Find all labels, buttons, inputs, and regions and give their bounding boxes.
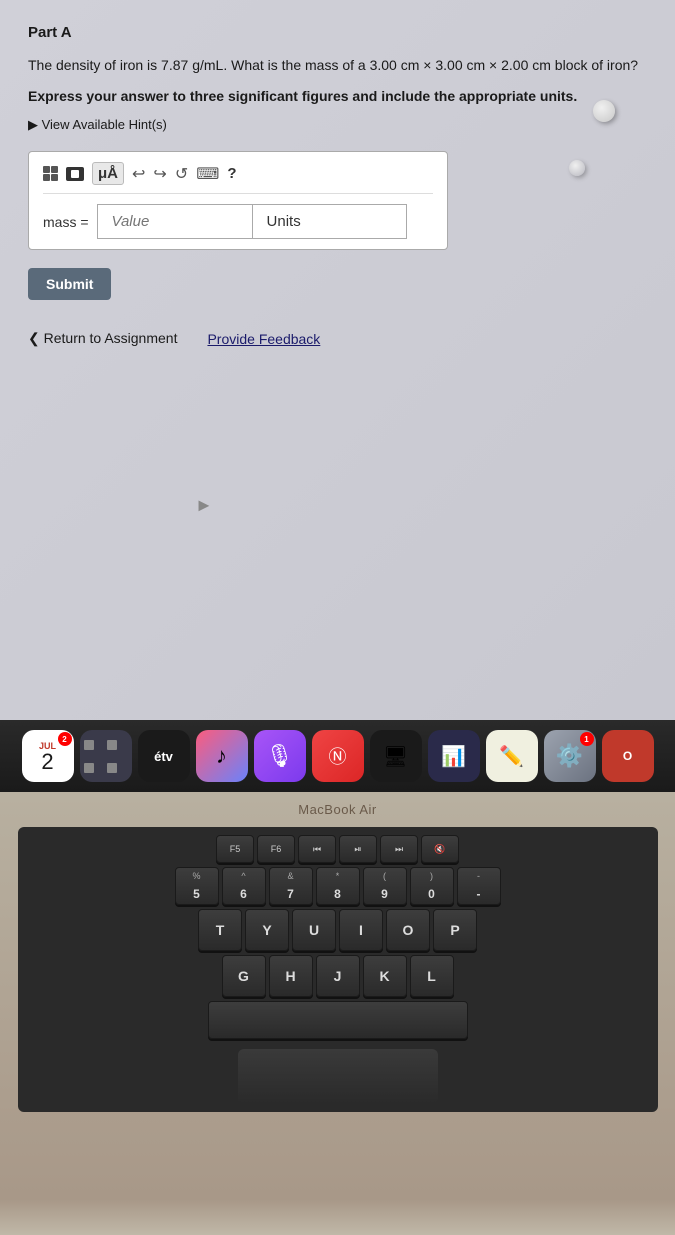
mass-label: mass =	[43, 214, 89, 230]
podcast-icon: 🎙	[266, 743, 294, 769]
grid-icon	[43, 166, 58, 181]
key-y[interactable]: Y	[245, 909, 289, 951]
dock-monitor[interactable]: 🖥	[370, 730, 422, 782]
key-f10[interactable]: 🔇	[421, 835, 459, 863]
mu-button[interactable]: μÅ	[92, 162, 124, 185]
question-bold-text: Express your answer to three significant…	[28, 86, 647, 107]
reload-button[interactable]: ↺	[175, 164, 188, 184]
dock-settings-badge: 1	[580, 732, 594, 746]
key-f6[interactable]: F6	[257, 835, 295, 863]
key-f5[interactable]: F5	[216, 835, 254, 863]
grid-cell	[84, 763, 94, 773]
dock-chart[interactable]: 📊	[428, 730, 480, 782]
tyuiop-row: T Y U I O P	[24, 909, 652, 951]
dock-appletv-label: étv	[154, 749, 173, 764]
key-0-rparen[interactable]: ) 0	[410, 867, 454, 905]
key-5-percent[interactable]: % 5	[175, 867, 219, 905]
mass-input-row: mass =	[43, 204, 433, 239]
key-h[interactable]: H	[269, 955, 313, 997]
chart-icon: 📊	[441, 744, 466, 769]
units-input[interactable]	[252, 204, 407, 239]
key-k[interactable]: K	[363, 955, 407, 997]
part-label: Part A	[28, 24, 647, 41]
equation-toolbar: μÅ ↩ ↪ ↺ ⌨ ?	[43, 162, 433, 194]
square-icon	[66, 167, 84, 181]
question-instruction: Express your answer to three significant…	[28, 88, 577, 104]
number-row: % 5 ^ 6 & 7 * 8 ( 9 ) 0	[24, 867, 652, 905]
spacebar-row	[24, 1001, 652, 1039]
key-f9[interactable]: ⏭	[380, 835, 418, 863]
monitor-icon: 🖥	[383, 744, 408, 769]
answer-input-container: μÅ ↩ ↪ ↺ ⌨ ? mass =	[28, 151, 448, 250]
key-t[interactable]: T	[198, 909, 242, 951]
dock-date-day: 2	[41, 751, 53, 773]
dock-news[interactable]: Ⓝ	[312, 730, 364, 782]
macbook-label: MacBook Air	[298, 802, 376, 817]
news-icon: Ⓝ	[329, 743, 347, 769]
key-u[interactable]: U	[292, 909, 336, 951]
dock-notes[interactable]: ✏️	[486, 730, 538, 782]
key-6-caret[interactable]: ^ 6	[222, 867, 266, 905]
keyboard-bezel	[0, 1200, 675, 1235]
dock-appletv[interactable]: étv	[138, 730, 190, 782]
dock-calendar[interactable]: 2 JUL 2	[22, 730, 74, 782]
dock-settings[interactable]: 1 ⚙️	[544, 730, 596, 782]
trackpad[interactable]	[238, 1049, 438, 1104]
submit-button[interactable]: Submit	[28, 268, 111, 300]
key-minus[interactable]: - -	[457, 867, 501, 905]
fn-key-row: F5 F6 ⏮ ⏯ ⏭ 🔇	[24, 835, 652, 863]
hint-text: ▶ View Available Hint(s)	[28, 117, 167, 133]
grid-cell	[107, 740, 117, 750]
key-f7[interactable]: ⏮	[298, 835, 336, 863]
help-button[interactable]: ?	[227, 165, 236, 182]
grid-cell	[84, 740, 94, 750]
dock-podcast[interactable]: 🎙	[254, 730, 306, 782]
dock-red-icon: O	[623, 749, 632, 763]
key-f8[interactable]: ⏯	[339, 835, 377, 863]
hint-link[interactable]: ▶ View Available Hint(s)	[28, 117, 647, 133]
redo-button[interactable]: ↪	[153, 164, 166, 184]
undo-button[interactable]: ↩	[132, 164, 145, 184]
key-9-lparen[interactable]: ( 9	[363, 867, 407, 905]
key-space[interactable]	[208, 1001, 468, 1039]
keyboard-button[interactable]: ⌨	[196, 164, 219, 184]
dock: 2 JUL 2 étv ♪ 🎙 Ⓝ 🖥 📊 ✏️ 1 ⚙️	[0, 720, 675, 792]
key-o[interactable]: O	[386, 909, 430, 951]
dock-calendar-badge: 2	[58, 732, 72, 746]
decorative-circle-1	[593, 100, 615, 122]
ghjkl-row: G H J K L	[24, 955, 652, 997]
key-j[interactable]: J	[316, 955, 360, 997]
bottom-links: ❮ Return to Assignment Provide Feedback	[28, 330, 647, 347]
side-arrow-icon: ►	[195, 495, 213, 516]
settings-icon: ⚙️	[556, 743, 583, 769]
keyboard: F5 F6 ⏮ ⏯ ⏭ 🔇 % 5 ^ 6 & 7 * 8	[18, 827, 658, 1112]
question-text-main: The density of iron is 7.87 g/mL. What i…	[28, 57, 638, 73]
key-l[interactable]: L	[410, 955, 454, 997]
key-p[interactable]: P	[433, 909, 477, 951]
question-text: The density of iron is 7.87 g/mL. What i…	[28, 55, 647, 76]
dock-music[interactable]: ♪	[196, 730, 248, 782]
key-g[interactable]: G	[222, 955, 266, 997]
decorative-circle-2	[569, 160, 585, 176]
pencil-icon: ✏️	[499, 744, 524, 769]
dock-red-app[interactable]: O	[602, 730, 654, 782]
value-input[interactable]	[97, 204, 252, 239]
feedback-link[interactable]: Provide Feedback	[207, 331, 320, 347]
main-content: Part A The density of iron is 7.87 g/mL.…	[0, 0, 675, 720]
key-8-star[interactable]: * 8	[316, 867, 360, 905]
dock-finder[interactable]	[80, 730, 132, 782]
return-link[interactable]: ❮ Return to Assignment	[28, 330, 177, 347]
key-7-amp[interactable]: & 7	[269, 867, 313, 905]
keyboard-area: MacBook Air F5 F6 ⏮ ⏯ ⏭ 🔇 % 5 ^ 6 & 7	[0, 792, 675, 1200]
music-icon: ♪	[216, 743, 227, 769]
key-i[interactable]: I	[339, 909, 383, 951]
grid-cell	[107, 763, 117, 773]
